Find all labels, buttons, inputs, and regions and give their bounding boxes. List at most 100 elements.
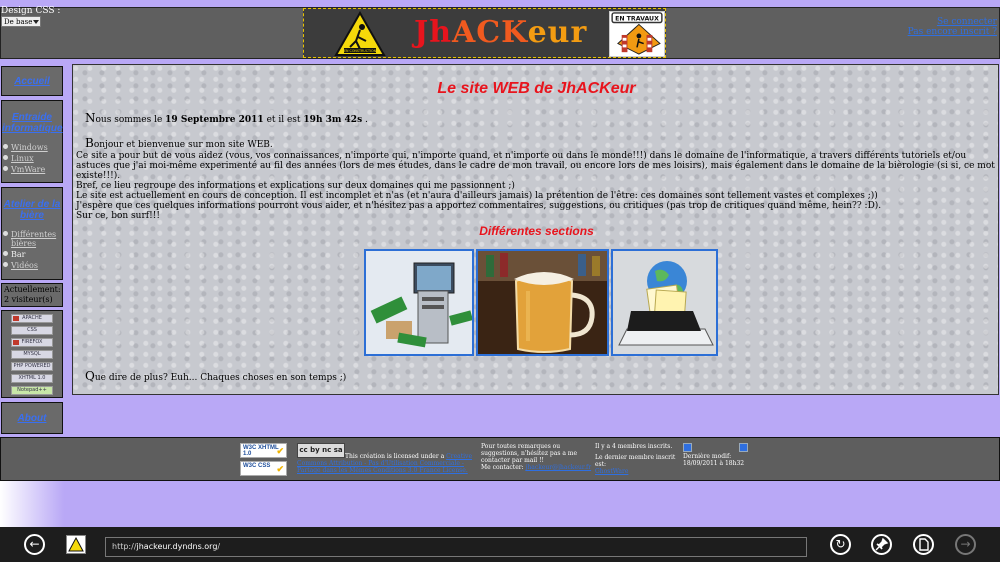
back-button[interactable]: ← [24,534,45,555]
sidebar-atelier-box: Atelier de la bière Différentes bières B… [1,187,63,280]
w3c-css-badge[interactable]: W3C CSS ✔ [240,461,287,476]
drop-cap: Q [85,369,95,383]
contact-email-link[interactable]: jhackeur@jhackeur.fr [526,464,592,471]
page-title: Le site WEB de JhACKeur [437,80,636,97]
login-link[interactable]: Se connecter [908,17,997,27]
submenu-item-videos[interactable]: Vidéos [2,261,62,270]
bullet-icon [3,231,8,236]
w3c-xhtml-badge[interactable]: W3C XHTML 1.0 ✔ [240,443,287,458]
rss-icon[interactable] [683,443,692,452]
site-favicon[interactable] [66,535,86,554]
sidebar-item-entraide[interactable]: Entraide informatique [2,112,63,134]
check-icon: ✔ [276,446,284,456]
bullet-icon [3,144,8,149]
page-tools-button[interactable] [913,534,934,555]
drop-cap: B [85,136,94,150]
submenu-label: Windows [11,143,48,152]
members-count: Il y a 4 membres inscrits. [595,443,673,450]
logo-eur: eur [527,15,588,50]
badge-icon [13,316,19,321]
badge-firefox[interactable]: FIREFOX [11,338,53,347]
badge-label: PHP POWERED [13,363,51,369]
modif-label: Dernière modif: [683,453,732,460]
url-host: jhackeur.dyndns.org [136,542,218,551]
members-last-link[interactable]: GhostWare [595,468,628,475]
badge-apache[interactable]: APACHE [11,314,53,323]
submenu-item-linux[interactable]: Linux [2,154,62,163]
top-strip [0,0,1000,7]
badge-css[interactable]: CSS [11,326,53,335]
section-videos-image[interactable] [611,249,718,356]
sidebar-item-atelier[interactable]: Atelier de la bière [2,199,62,221]
refresh-icon: ↻ [835,537,846,551]
section-biere-image[interactable] [476,249,609,356]
edge-fade [0,481,64,527]
footer-icons [683,443,748,452]
design-css-select[interactable]: De base [1,16,41,27]
entraide-submenu: Windows Linux VmWare [2,143,62,174]
date-mid: et il est [263,115,304,125]
badge-label: XHTML 1.0 [18,375,46,381]
badge-mysql[interactable]: MYSQL [11,350,53,359]
members-last-label: Le dernier membre inscrit est: [595,454,676,468]
license-intro: This création is licensed under a [345,453,445,460]
logo-j: J [414,15,430,50]
last-modified-block: Dernière modif: 18/09/2011 à 18h32 [683,443,753,467]
submenu-item-windows[interactable]: Windows [2,143,62,152]
intro-paragraph: Sur ce, bon surf!!! [76,211,160,221]
time-value: 19h 3m 42s [303,115,363,125]
check-icon: ✔ [276,464,284,474]
sidebar-item-about[interactable]: About [2,413,62,424]
register-link[interactable]: Pas encore inscrit ? [908,27,997,37]
visitor-counter: Actuellement: 2 visiteur(s) [1,283,63,307]
logo-h: h [429,15,453,50]
submenu-item-bieres[interactable]: Différentes bières [2,230,62,248]
construction-favicon-icon [68,536,84,552]
badge-xhtml[interactable]: XHTML 1.0 [11,374,53,383]
intro-text: Ce site a pour but de vous aidez (vous, … [76,151,998,221]
contact-text: Pour toutes remarques ou suggestions, n'… [481,443,578,464]
forward-button[interactable]: → [955,534,976,555]
submenu-label: Bar [11,250,26,259]
w3c-xhtml-label: W3C XHTML 1.0 [243,445,279,457]
submenu-item-vmware[interactable]: VmWare [2,165,62,174]
badge-label: APACHE [22,315,42,321]
link-icon[interactable] [739,443,748,452]
welcome-line: Bonjour et bienvenue sur mon site WEB. [85,136,273,150]
site-logo: JhACKeur [414,15,587,50]
badge-notepad[interactable]: Notepad++ [11,386,53,395]
submenu-label: Vidéos [11,261,38,270]
url-scheme: http:// [112,542,137,551]
intro-paragraph: Ce site a pour but de vous aidez (vous, … [76,151,995,181]
badge-php[interactable]: PHP POWERED [11,362,53,371]
design-css-label: Design CSS : [1,6,61,16]
forward-arrow-icon: → [960,537,971,551]
submenu-label: VmWare [11,165,46,174]
tech-badges: APACHE CSS FIREFOX MYSQL PHP POWERED XHT… [1,310,63,398]
beer-mug-icon [478,251,607,354]
submenu-item-bar[interactable]: Bar [2,250,62,259]
intro-paragraph: Bref, ce lieu regroupe des informations … [76,181,515,191]
submenu-label: Différentes bières [11,230,57,248]
bullet-icon [3,166,8,171]
login-links: Se connecter Pas encore inscrit ? [908,17,997,37]
main-content: Le site WEB de JhACKeur Nous sommes le 1… [72,64,999,395]
submenu-label: Linux [11,154,34,163]
pin-button[interactable] [871,534,892,555]
sidebar-about-box: About [1,402,63,434]
address-bar[interactable]: http://jhackeur.dyndns.org/ [105,537,807,557]
date-post: . [362,115,368,125]
sections-heading: Différentes sections [479,224,594,238]
badge-label: MYSQL [23,351,41,357]
members-block: Il y a 4 membres inscrits. Le dernier me… [595,443,680,475]
badge-icon [13,340,19,345]
sidebar-item-accueil[interactable]: Accueil [2,76,62,87]
refresh-button[interactable]: ↻ [830,534,851,555]
section-informatique-image[interactable] [364,249,474,356]
page-icon [919,538,929,551]
intro-paragraph: Le site est actuellement en cours de con… [76,191,878,201]
visitor-count-text: Actuellement: 2 visiteur(s) [4,285,61,304]
back-arrow-icon: ← [29,537,40,551]
sidebar-home-box: Accueil [1,66,63,96]
url-path: / [217,542,221,551]
